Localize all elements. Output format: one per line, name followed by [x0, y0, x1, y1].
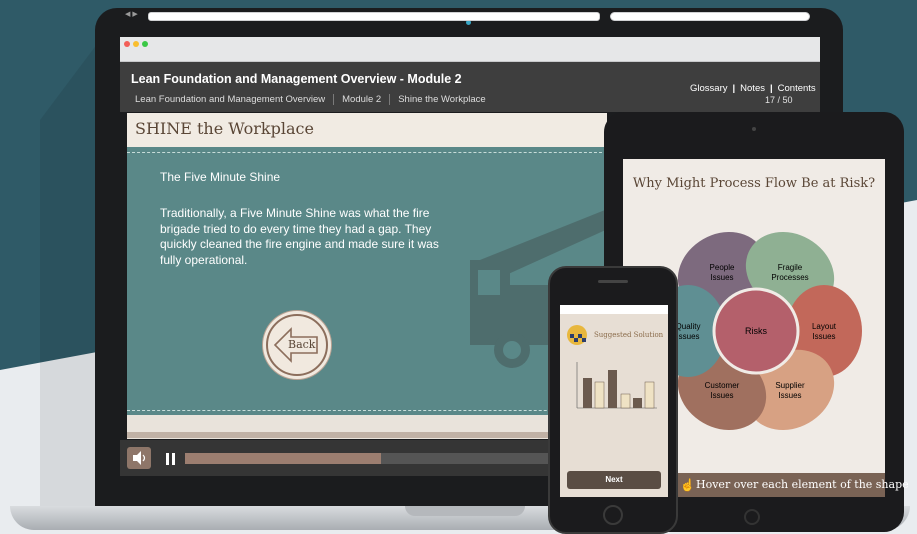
slide-footer-band	[127, 432, 607, 438]
risk-segment-label: Issues	[710, 273, 733, 282]
glossary-link[interactable]: Glossary	[690, 83, 727, 94]
risk-segment-label: Supplier	[775, 381, 805, 390]
risk-segment-label: People	[710, 263, 735, 272]
solution-logo-icon	[567, 325, 587, 345]
dashed-divider	[127, 410, 607, 411]
course-links: Glossary | Notes | Contents	[690, 83, 816, 94]
risk-segment-label: Customer	[705, 381, 740, 390]
slide-body-text: Traditionally, a Five Minute Shine was w…	[160, 206, 439, 267]
slide-title: SHINE the Workplace	[135, 119, 314, 138]
link-divider: |	[769, 83, 773, 94]
slide-subtitle: The Five Minute Shine	[160, 170, 281, 184]
phone-home-button[interactable]	[603, 505, 623, 525]
phone-slide-title: Suggested Solution	[594, 331, 664, 339]
risk-segment-label: Issues	[676, 332, 699, 341]
tablet-slide-title: Why Might Process Flow Be at Risk?	[632, 176, 876, 191]
breadcrumb: Lean Foundation and Management Overview …	[135, 94, 502, 105]
next-button[interactable]: Next	[567, 471, 661, 489]
hand-pointer-icon: ☝	[680, 478, 695, 492]
progress-fill	[185, 453, 382, 464]
contents-link[interactable]: Contents	[778, 83, 816, 94]
notes-link[interactable]: Notes	[740, 83, 765, 94]
breadcrumb-module[interactable]: Module 2	[342, 94, 391, 105]
browser-toolbar	[120, 37, 820, 62]
link-divider: |	[732, 83, 736, 94]
laptop-notch	[405, 506, 525, 516]
risk-segment-label: Fragile	[778, 263, 803, 272]
risks-center-label: Risks	[745, 326, 767, 336]
risk-segment-label: Issues	[778, 391, 801, 400]
risk-segment-label: Layout	[812, 322, 837, 331]
tablet-home-button[interactable]	[744, 509, 760, 525]
phone-bar-chart	[576, 362, 657, 409]
risk-segment-label: Processes	[771, 273, 808, 282]
close-dot[interactable]	[124, 41, 130, 47]
address-bar[interactable]	[148, 12, 600, 21]
risk-segment-label: Issues	[710, 391, 733, 400]
page-counter: 17 / 50	[765, 95, 793, 105]
risk-segment-label: Issues	[812, 332, 835, 341]
risk-segment-label: Quality	[676, 322, 701, 331]
tablet-footer-text: Hover over each element of the shape	[696, 478, 909, 491]
phone-speaker	[598, 280, 628, 283]
tablet-camera	[752, 127, 756, 131]
tablet-status-bar	[623, 151, 885, 159]
back-button-label[interactable]: Back	[288, 338, 315, 351]
pause-icon[interactable]	[163, 451, 179, 467]
dashed-divider	[127, 152, 607, 153]
breadcrumb-course[interactable]: Lean Foundation and Management Overview	[135, 94, 335, 105]
speaker-icon	[133, 451, 146, 465]
volume-button[interactable]	[127, 447, 151, 469]
phone-status-bar	[560, 305, 668, 314]
maximize-dot[interactable]	[142, 41, 148, 47]
course-title: Lean Foundation and Management Overview …	[131, 72, 462, 86]
breadcrumb-topic[interactable]: Shine the Workplace	[398, 94, 494, 105]
minimize-dot[interactable]	[133, 41, 139, 47]
browser-search-field[interactable]	[610, 12, 810, 21]
back-forward-icon[interactable]: ◀ ▶	[125, 10, 138, 18]
